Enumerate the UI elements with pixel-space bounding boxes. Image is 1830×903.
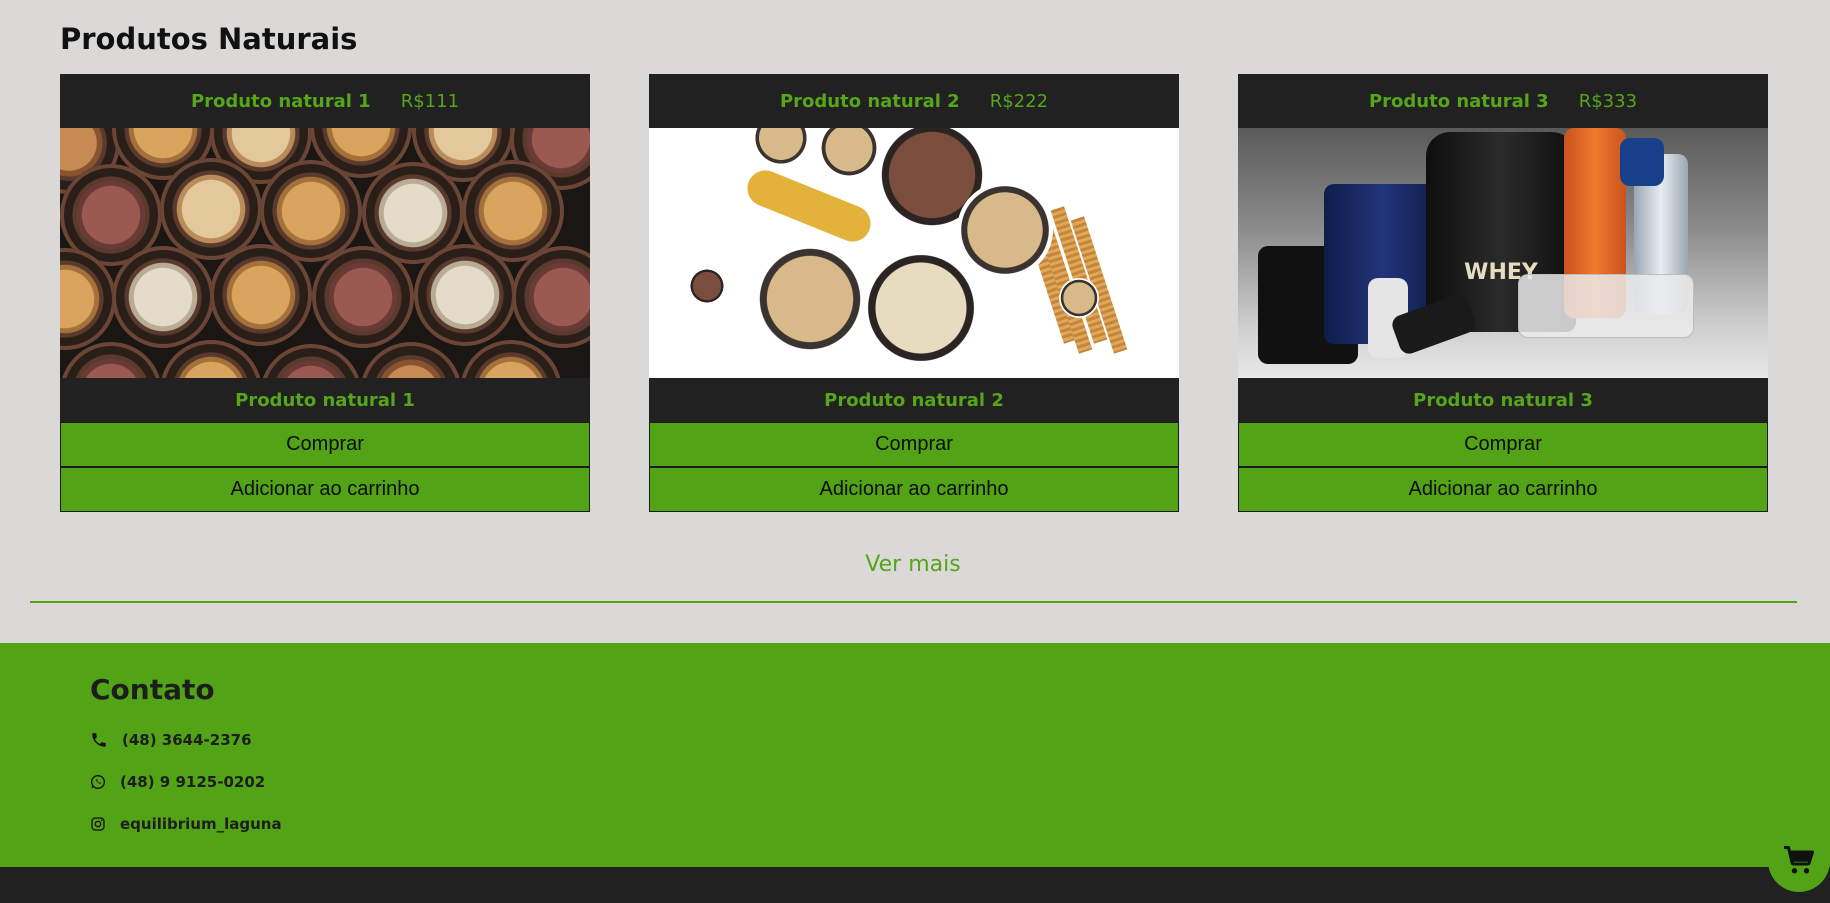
product-price: R$333 bbox=[1578, 90, 1638, 112]
section-title: Produtos Naturais bbox=[60, 22, 358, 56]
add-to-cart-button[interactable]: Adicionar ao carrinho bbox=[649, 467, 1179, 512]
footer-title: Contato bbox=[90, 673, 215, 706]
product-price: R$111 bbox=[400, 90, 460, 112]
whatsapp-icon bbox=[90, 774, 106, 790]
see-more-link[interactable]: Ver mais bbox=[0, 552, 1826, 577]
product-image bbox=[649, 128, 1179, 378]
product-header: Produto natural 1 R$111 bbox=[60, 74, 590, 128]
product-header: Produto natural 2 R$222 bbox=[649, 74, 1179, 128]
footer: Contato (48) 3644-2376 (48) 9 9125-0202 … bbox=[0, 643, 1830, 867]
product-name: Produto natural 2 bbox=[779, 90, 960, 112]
contact-phone: (48) 3644-2376 bbox=[90, 731, 252, 749]
product-image: WHEY bbox=[1238, 128, 1768, 378]
instagram-handle: equilibrium_laguna bbox=[120, 815, 282, 833]
product-caption: Produto natural 2 bbox=[649, 378, 1179, 422]
phone-icon bbox=[90, 731, 108, 749]
contact-instagram[interactable]: equilibrium_laguna bbox=[90, 815, 282, 833]
floating-cart-button[interactable] bbox=[1768, 830, 1830, 892]
whatsapp-number: (48) 9 9125-0202 bbox=[120, 773, 266, 791]
add-to-cart-button[interactable]: Adicionar ao carrinho bbox=[60, 467, 590, 512]
buy-button[interactable]: Comprar bbox=[60, 422, 590, 467]
instagram-icon bbox=[90, 816, 106, 832]
buy-button[interactable]: Comprar bbox=[649, 422, 1179, 467]
contact-whatsapp: (48) 9 9125-0202 bbox=[90, 773, 265, 791]
product-price: R$222 bbox=[989, 90, 1049, 112]
buy-button[interactable]: Comprar bbox=[1238, 422, 1768, 467]
product-caption: Produto natural 3 bbox=[1238, 378, 1768, 422]
product-card: Produto natural 3 R$333 WHEY Produto nat… bbox=[1238, 74, 1768, 512]
phone-number: (48) 3644-2376 bbox=[122, 731, 252, 749]
product-card: Produto natural 1 R$111 Produto natural … bbox=[60, 74, 590, 512]
product-name: Produto natural 1 bbox=[190, 90, 371, 112]
add-to-cart-button[interactable]: Adicionar ao carrinho bbox=[1238, 467, 1768, 512]
cart-icon bbox=[1781, 843, 1817, 879]
product-caption: Produto natural 1 bbox=[60, 378, 590, 422]
bottom-bar bbox=[0, 867, 1830, 903]
product-header: Produto natural 3 R$333 bbox=[1238, 74, 1768, 128]
product-image bbox=[60, 128, 590, 378]
divider bbox=[30, 601, 1797, 603]
product-name: Produto natural 3 bbox=[1368, 90, 1549, 112]
product-grid: Produto natural 1 R$111 Produto natural … bbox=[60, 74, 1768, 512]
product-card: Produto natural 2 R$222 Produto natural … bbox=[649, 74, 1179, 512]
